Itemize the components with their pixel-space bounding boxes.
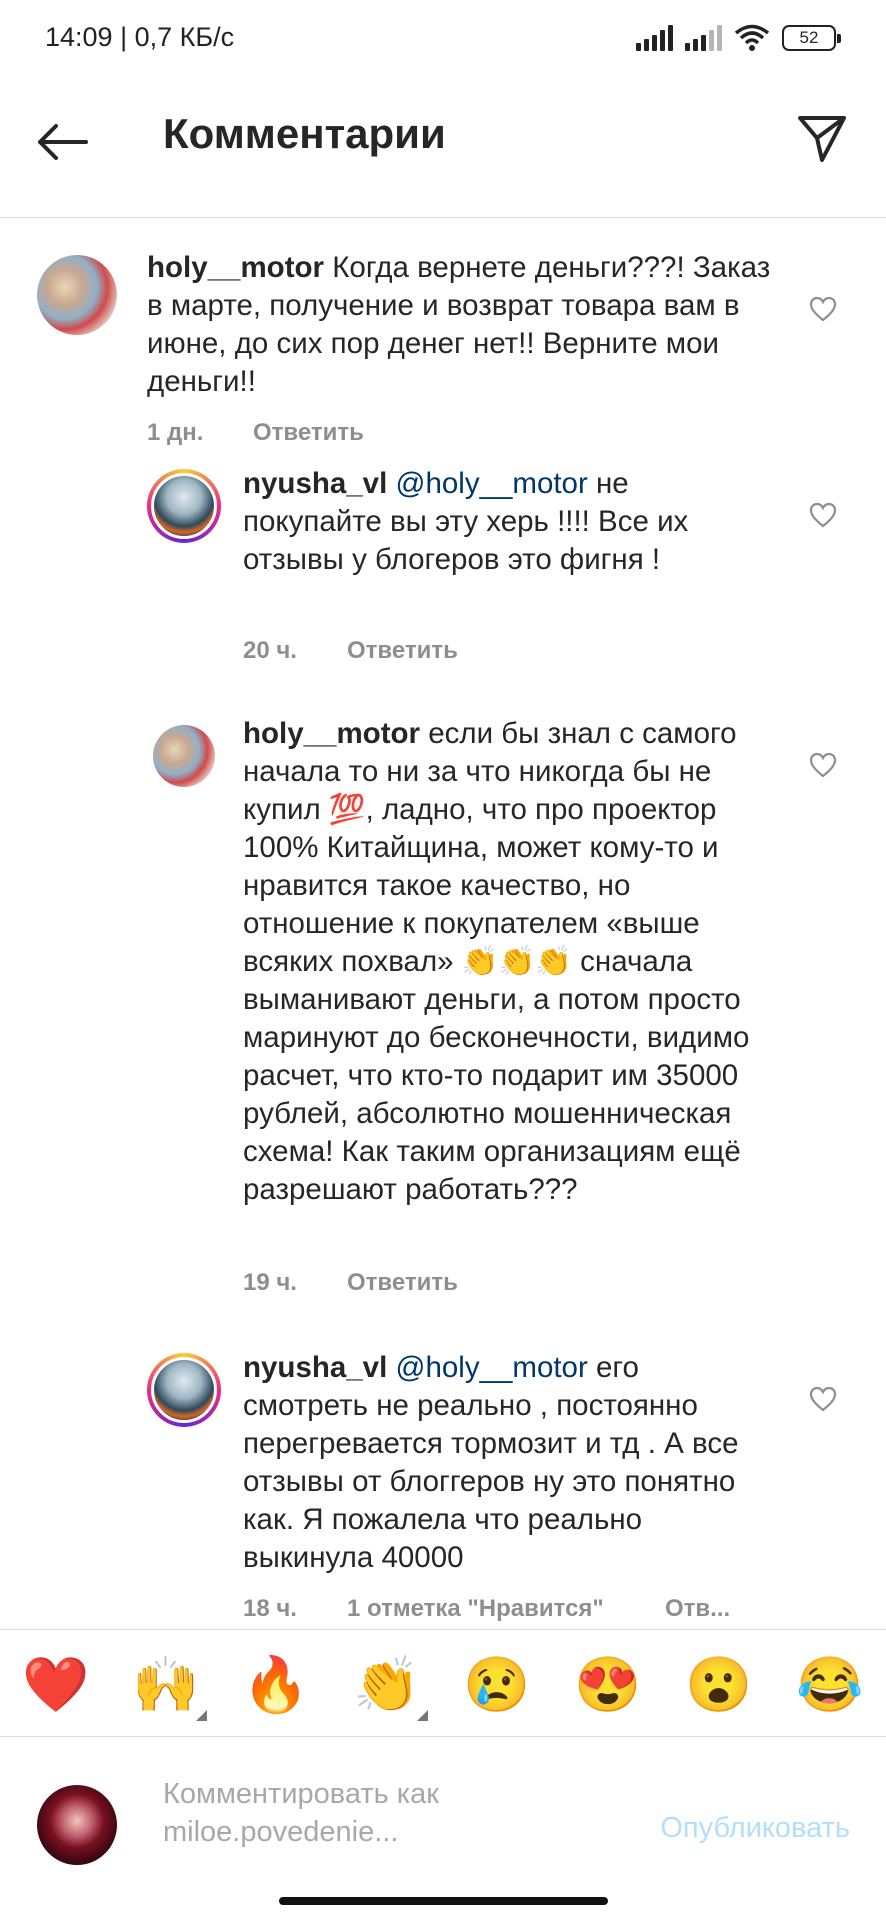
comment-time: 18 ч. bbox=[243, 1595, 297, 1622]
wifi-icon bbox=[734, 24, 770, 51]
reply-button[interactable]: Отв... bbox=[665, 1595, 730, 1623]
paper-plane-icon bbox=[798, 116, 846, 162]
comment-reply: holy__motor если бы знал с самого начала… bbox=[0, 717, 886, 1296]
reply-button[interactable]: Ответить bbox=[253, 419, 364, 447]
heart-icon bbox=[809, 1386, 837, 1412]
status-bar: 14:09 | 0,7 КБ/с 52 bbox=[0, 0, 886, 80]
comments-list: holy__motor Когда вернете деньги???! Зак… bbox=[0, 219, 886, 1629]
comment-time: 19 ч. bbox=[243, 1269, 297, 1296]
battery-icon: 52 bbox=[782, 25, 841, 51]
status-time: 14:09 | 0,7 КБ/с bbox=[45, 22, 235, 52]
like-button[interactable] bbox=[803, 745, 843, 785]
signal-2-icon bbox=[685, 25, 722, 51]
comment-composer: Комментировать как miloe.povedenie... Оп… bbox=[0, 1737, 886, 1897]
comment-time: 1 дн. bbox=[147, 419, 204, 446]
header: Комментарии bbox=[0, 80, 886, 218]
comment-reply: nyusha_vl @holy__motor не покупайте вы э… bbox=[0, 467, 886, 664]
avatar[interactable] bbox=[147, 469, 221, 543]
comment-mention[interactable]: @holy__motor bbox=[396, 467, 588, 500]
comment-username[interactable]: nyusha_vl bbox=[243, 467, 387, 500]
comment-input[interactable]: Комментировать как miloe.povedenie... bbox=[163, 1775, 493, 1851]
emoji-variants-indicator bbox=[417, 1710, 428, 1721]
comment-reply: nyusha_vl @holy__motor его смотреть не р… bbox=[0, 1351, 886, 1629]
comment: holy__motor Когда вернете деньги???! Зак… bbox=[0, 219, 886, 459]
comment-time: 20 ч. bbox=[243, 637, 297, 664]
current-user-avatar bbox=[37, 1785, 117, 1865]
reply-button[interactable]: Ответить bbox=[347, 637, 458, 665]
status-icons: 52 bbox=[636, 24, 841, 52]
comment-text: nyusha_vl @holy__motor его смотреть не р… bbox=[243, 1349, 763, 1577]
avatar[interactable] bbox=[147, 1353, 221, 1427]
comment-username[interactable]: nyusha_vl bbox=[243, 1351, 387, 1384]
comment-mention[interactable]: @holy__motor bbox=[396, 1351, 588, 1384]
like-button[interactable] bbox=[803, 495, 843, 535]
like-button[interactable] bbox=[803, 1379, 843, 1419]
emoji-surprised-button[interactable]: 😮 bbox=[684, 1650, 754, 1720]
avatar[interactable] bbox=[37, 255, 117, 335]
comment-body: его смотреть не реально , постоянно пере… bbox=[243, 1351, 739, 1574]
comment-meta: 19 ч. Ответить bbox=[243, 1269, 458, 1297]
comment-meta: 20 ч. Ответить bbox=[243, 637, 458, 665]
home-indicator[interactable] bbox=[279, 1897, 608, 1905]
page-title: Комментарии bbox=[163, 110, 446, 157]
emoji-clap-button[interactable]: 👏 bbox=[352, 1650, 422, 1720]
send-button[interactable] bbox=[786, 102, 858, 174]
reply-button[interactable]: Ответить bbox=[347, 1269, 458, 1297]
heart-icon bbox=[809, 296, 837, 322]
comment-text: holy__motor если бы знал с самого начала… bbox=[243, 715, 783, 1209]
heart-icon bbox=[809, 502, 837, 528]
comment-text: holy__motor Когда вернете деньги???! Зак… bbox=[147, 249, 787, 401]
emoji-heart-button[interactable]: ❤️ bbox=[21, 1650, 91, 1720]
emoji-fire-button[interactable]: 🔥 bbox=[241, 1650, 311, 1720]
emoji-quick-bar: ❤️ 🙌 🔥 👏 😢 😍 😮 😂 bbox=[0, 1629, 886, 1737]
emoji-raised-hands-button[interactable]: 🙌 bbox=[131, 1650, 201, 1720]
publish-button[interactable]: Опубликовать bbox=[660, 1812, 850, 1845]
back-button[interactable] bbox=[30, 110, 94, 174]
emoji-heart-eyes-button[interactable]: 😍 bbox=[573, 1650, 643, 1720]
comment-meta: 1 дн. Ответить bbox=[147, 419, 364, 447]
emoji-joy-button[interactable]: 😂 bbox=[795, 1650, 865, 1720]
arrow-left-icon bbox=[38, 124, 88, 160]
comment-text: nyusha_vl @holy__motor не покупайте вы э… bbox=[243, 465, 763, 579]
comment-username[interactable]: holy__motor bbox=[243, 717, 420, 750]
comment-meta: 18 ч. 1 отметка "Нравится" Отв... bbox=[243, 1595, 730, 1623]
heart-icon bbox=[809, 752, 837, 778]
signal-icon bbox=[636, 25, 673, 51]
comment-username[interactable]: holy__motor bbox=[147, 251, 324, 284]
like-button[interactable] bbox=[803, 289, 843, 329]
avatar[interactable] bbox=[153, 725, 215, 787]
comment-body: если бы знал с самого начала то ни за чт… bbox=[243, 717, 750, 1206]
emoji-variants-indicator bbox=[196, 1710, 207, 1721]
comment-likes[interactable]: 1 отметка "Нравится" bbox=[347, 1595, 665, 1623]
emoji-crying-button[interactable]: 😢 bbox=[462, 1650, 532, 1720]
